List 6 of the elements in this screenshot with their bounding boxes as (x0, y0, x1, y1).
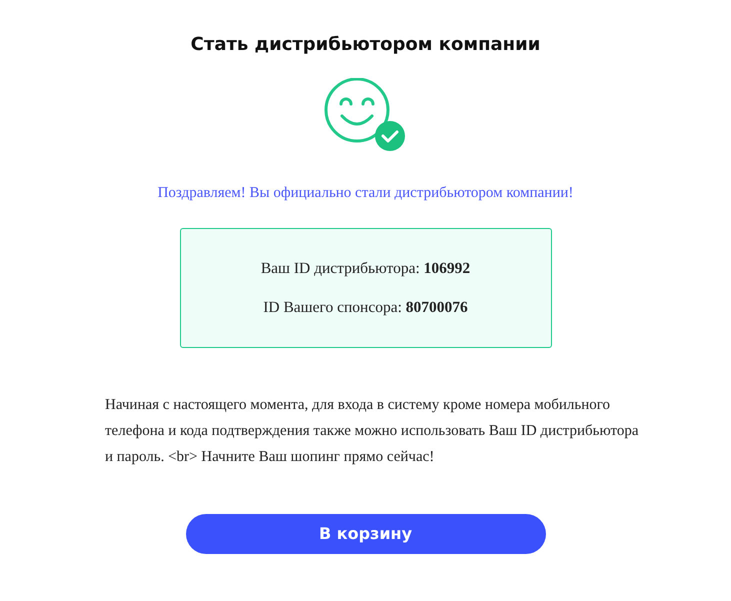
description-text: Начиная с настоящего момента, для входа в систему кроме номера мобильного телефона и кода подтверждения также можно использовать Ваш ID дистрибьютора и пароль. <br> Начните Ваш шопинг прямо сейчас! (105, 396, 640, 468)
id-text: ID Вашего спонсора: 80700076 (263, 298, 468, 318)
page-title: Стать дистрибьютором компании (190, 34, 540, 56)
id-text: Ваш ID дистрибьютора: 106992 (260, 258, 470, 279)
success-message: Поздравляем! Вы официально стали дистрибьютором компании! (158, 184, 574, 203)
cart-button[interactable]: В корзину (186, 514, 546, 554)
